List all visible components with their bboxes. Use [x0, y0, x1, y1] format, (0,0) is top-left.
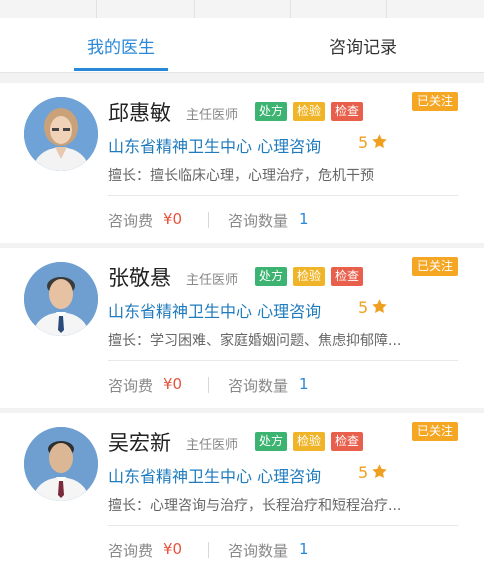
- fee-value: ¥0: [163, 210, 183, 228]
- doctor-avatar: [24, 97, 98, 171]
- lab-test-badge: 检验: [293, 432, 326, 451]
- doctor-title: 主任医师: [186, 108, 239, 123]
- lab-test-badge: 检验: [293, 267, 326, 286]
- top-strip-divider: [290, 0, 291, 18]
- doctor-rating: 5: [358, 463, 369, 482]
- stats-separator: [208, 212, 209, 228]
- followed-button[interactable]: 已关注: [411, 422, 458, 441]
- doctor-card[interactable]: 吴宏新 主任医师 处方 检验 检查 已关注 山东省精神卫生中心 心理咨询 5 擅…: [0, 413, 484, 574]
- doctor-specialty: 擅长：学习困难、家庭婚姻问题、焦虑抑郁障...: [108, 333, 402, 349]
- active-tab-indicator: [74, 68, 168, 71]
- top-strip-divider: [96, 0, 97, 18]
- doctor-hospital: 山东省精神卫生中心 心理咨询: [108, 302, 322, 321]
- doctor-title: 主任医师: [186, 438, 239, 453]
- doctor-specialty: 擅长：心理咨询与治疗，长程治疗和短程治疗...: [108, 498, 402, 514]
- consultation-count-label: 咨询数量: [228, 377, 289, 395]
- doctor-name[interactable]: 邱惠敏: [108, 97, 171, 127]
- star-icon: [372, 464, 387, 479]
- stats-separator: [208, 542, 209, 558]
- doctor-hospital: 山东省精神卫生中心 心理咨询: [108, 137, 322, 156]
- doctor-rating: 5: [358, 298, 369, 317]
- fee-label: 咨询费: [108, 377, 154, 395]
- followed-button[interactable]: 已关注: [411, 257, 458, 276]
- top-strip-divider: [194, 0, 195, 18]
- exam-badge: 检查: [331, 102, 364, 121]
- fee-value: ¥0: [163, 375, 183, 393]
- consultation-count-value: 1: [299, 540, 309, 558]
- female-doctor-photo-icon: [24, 97, 98, 171]
- doctor-name[interactable]: 张敬悬: [108, 262, 171, 292]
- doctor-card[interactable]: 张敬悬 主任医师 处方 检验 检查 已关注 山东省精神卫生中心 心理咨询 5 擅…: [0, 248, 484, 408]
- consultation-count-label: 咨询数量: [228, 542, 289, 560]
- fee-label: 咨询费: [108, 542, 154, 560]
- tab-my-doctors[interactable]: 我的医生: [0, 18, 242, 72]
- prescription-badge: 处方: [255, 102, 288, 121]
- prescription-badge: 处方: [255, 432, 288, 451]
- male-doctor-photo-icon: [24, 262, 98, 336]
- doctor-card[interactable]: 邱惠敏 主任医师 处方 检验 检查 已关注 山东省精神卫生中心 心理咨询 5 擅…: [0, 83, 484, 243]
- prescription-badge: 处方: [255, 267, 288, 286]
- consultation-count-label: 咨询数量: [228, 212, 289, 230]
- fee-value: ¥0: [163, 540, 183, 558]
- exam-badge: 检查: [331, 267, 364, 286]
- exam-badge: 检查: [331, 432, 364, 451]
- doctor-rating: 5: [358, 133, 369, 152]
- consultation-count-value: 1: [299, 375, 309, 393]
- doctor-name[interactable]: 吴宏新: [108, 427, 171, 457]
- star-icon: [372, 299, 387, 314]
- lab-test-badge: 检验: [293, 102, 326, 121]
- star-icon: [372, 134, 387, 149]
- top-strip-divider: [386, 0, 387, 18]
- doctor-hospital: 山东省精神卫生中心 心理咨询: [108, 467, 322, 486]
- doctor-specialty: 擅长：擅长临床心理，心理治疗，危机干预: [108, 168, 374, 184]
- top-strip: [0, 0, 484, 19]
- male-doctor-photo-icon: [24, 427, 98, 501]
- followed-button[interactable]: 已关注: [411, 92, 458, 111]
- tab-consultation-records[interactable]: 咨询记录: [242, 18, 484, 72]
- fee-label: 咨询费: [108, 212, 154, 230]
- card-divider: [108, 525, 458, 526]
- card-divider: [108, 360, 458, 361]
- doctor-avatar: [24, 262, 98, 336]
- tab-bar: 我的医生 咨询记录: [0, 18, 484, 73]
- doctor-title: 主任医师: [186, 273, 239, 288]
- consultation-count-value: 1: [299, 210, 309, 228]
- doctor-avatar: [24, 427, 98, 501]
- stats-separator: [208, 377, 209, 393]
- card-divider: [108, 195, 458, 196]
